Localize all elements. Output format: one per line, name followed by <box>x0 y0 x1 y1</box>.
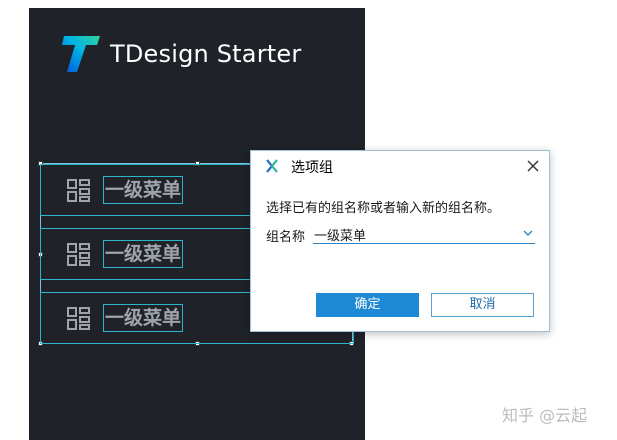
watermark: 知乎 @云起 <box>502 406 588 425</box>
group-name-label: 组名称 <box>266 230 306 245</box>
dialog-title: 选项组 <box>291 160 333 176</box>
app-x-icon <box>266 159 278 173</box>
menu-item-label: 一级菜单 <box>103 240 183 268</box>
dialog-header[interactable]: 选项组 <box>251 151 549 181</box>
group-name-combobox[interactable]: 一级菜单 <box>313 223 535 244</box>
ok-button[interactable]: 确定 <box>316 293 419 317</box>
chevron-down-icon[interactable] <box>523 229 533 237</box>
app-title: TDesign Starter <box>110 40 302 68</box>
tdesign-logo-icon <box>62 36 100 72</box>
menu-item-label: 一级菜单 <box>103 176 183 204</box>
group-name-value[interactable]: 一级菜单 <box>314 225 366 244</box>
option-group-dialog: 选项组 选择已有的组名称或者输入新的组名称。 组名称 一级菜单 确定 取消 <box>250 150 550 332</box>
grid-icon <box>67 243 90 266</box>
close-icon[interactable] <box>525 158 541 174</box>
grid-icon <box>67 179 90 202</box>
dialog-prompt: 选择已有的组名称或者输入新的组名称。 <box>266 201 501 216</box>
cancel-button[interactable]: 取消 <box>431 293 534 317</box>
menu-item-label: 一级菜单 <box>103 304 183 332</box>
grid-icon <box>67 307 90 330</box>
